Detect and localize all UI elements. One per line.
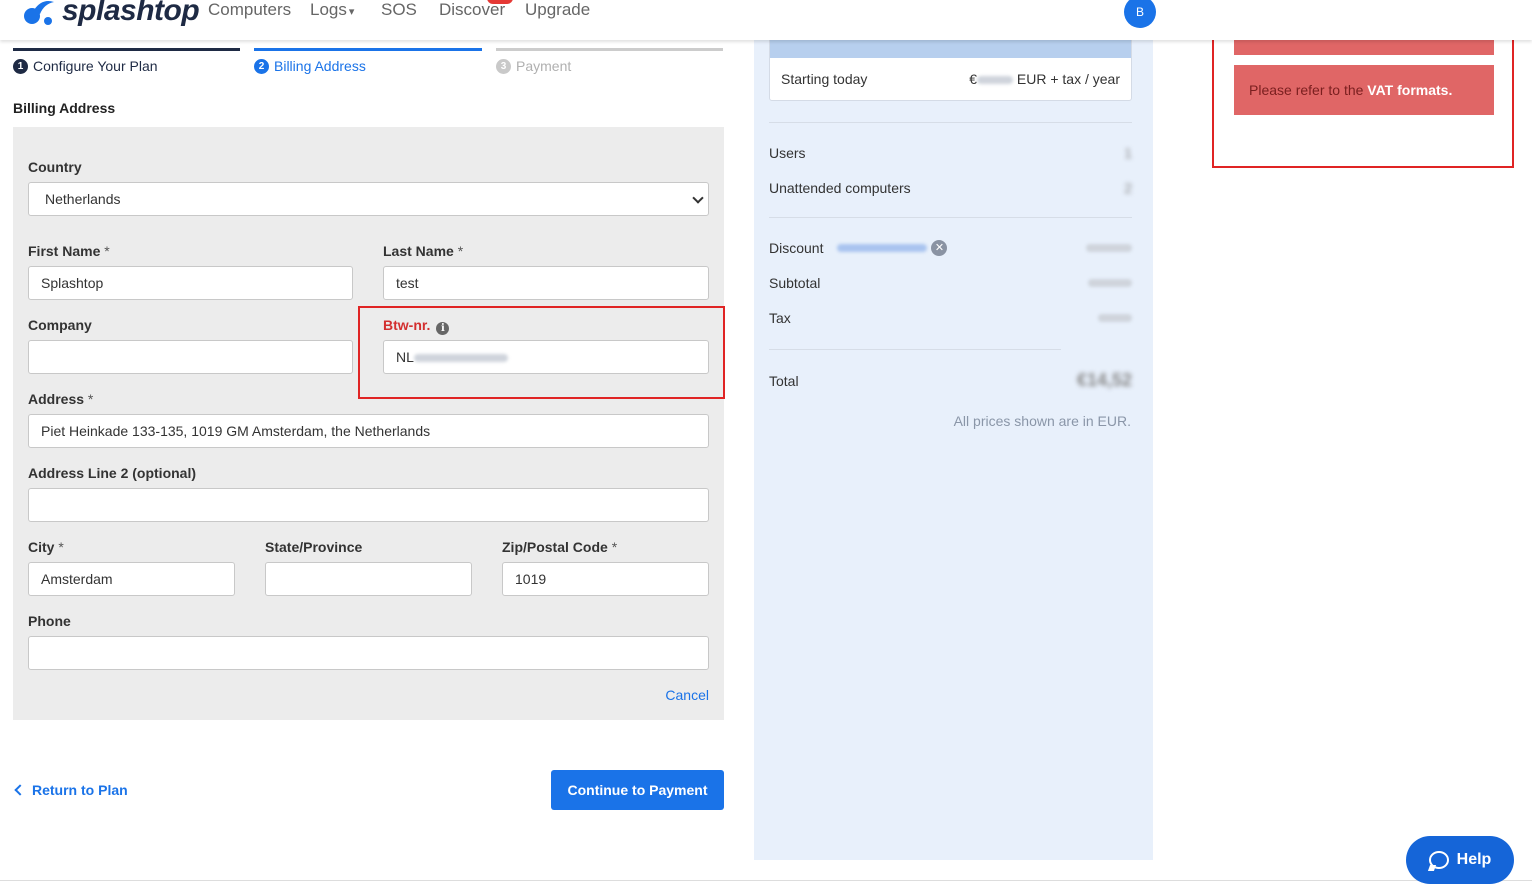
unattended-row: Unattended computers 2 [769,180,1132,196]
zip-label-text: Zip/Postal Code [502,539,608,555]
logo-text: splashtop [62,0,200,27]
price-suffix: EUR + tax / year [1016,71,1120,87]
subtotal-value-redacted [1088,279,1132,287]
required-mark: * [457,243,464,259]
prices-note: All prices shown are in EUR. [953,413,1131,429]
users-row: Users 1 [769,145,1132,161]
phone-label: Phone [28,613,71,629]
required-mark: * [611,539,618,555]
return-to-plan-link[interactable]: Return to Plan [13,782,128,798]
address2-label: Address Line 2 (optional) [28,465,197,481]
country-select[interactable]: Netherlands [28,182,709,216]
discover-badge [487,0,513,4]
tax-row: Tax [769,310,1132,326]
discount-code: ✕ [837,240,948,256]
last-name-field[interactable]: test [383,266,709,300]
avatar[interactable]: B [1124,0,1156,28]
divider [769,349,1061,350]
users-value: 1 [1124,145,1132,161]
unattended-value: 2 [1124,180,1132,196]
discount-code-redacted [837,244,928,252]
address-label-text: Address [28,391,85,407]
order-summary: Starting today € EUR + tax / year Users … [754,0,1153,860]
starting-today-price: € EUR + tax / year [969,71,1120,87]
chat-bubble-icon [1428,851,1449,869]
last-name-label: Last Name * [383,243,463,259]
divider [769,217,1132,218]
unattended-label: Unattended computers [769,180,911,196]
nav-sos[interactable]: SOS [381,0,417,20]
first-name-label-text: First Name [28,243,101,259]
city-field[interactable]: Amsterdam [28,562,235,596]
nav-logs[interactable]: Logs ▾ [310,0,354,20]
nav-computers[interactable]: Computers [208,0,291,20]
step-label: Billing Address [274,58,366,74]
address-field[interactable]: Piet Heinkade 133-135, 1019 GM Amsterdam… [28,414,709,448]
last-name-label-text: Last Name [383,243,454,259]
city-label-text: City [28,539,55,555]
phone-field[interactable] [28,636,709,670]
required-mark: * [58,539,64,555]
remove-discount-icon[interactable]: ✕ [931,240,948,256]
subtotal-row: Subtotal [769,275,1132,291]
currency-symbol: € [969,71,978,87]
step-label: Payment [516,58,572,74]
splashtop-logo[interactable]: splashtop [20,0,200,28]
country-label: Country [28,159,82,175]
first-name-label: First Name * [28,243,110,259]
nav-logs-label: Logs [310,0,347,19]
continue-to-payment-button[interactable]: Continue to Payment [551,770,724,810]
divider [769,122,1132,123]
subtotal-label: Subtotal [769,275,821,291]
address2-field[interactable] [28,488,709,522]
total-label: Total [769,372,799,389]
return-to-plan-label: Return to Plan [32,782,128,798]
company-label: Company [28,317,92,333]
help-label: Help [1456,851,1492,868]
billing-section-title: Billing Address [13,100,116,116]
tax-value-redacted [1098,314,1132,322]
footer-divider [0,880,1532,881]
price-redacted [977,76,1014,85]
vat-highlight-box [358,306,725,399]
chevron-down-icon [692,192,704,204]
first-name-field[interactable]: Splashtop [28,266,353,300]
starting-today-row: Starting today € EUR + tax / year [781,71,1120,87]
step-payment: 3 Payment [496,48,723,78]
step-configure-plan[interactable]: 1 Configure Your Plan [13,48,240,78]
tax-label: Tax [769,310,791,326]
starting-today-label: Starting today [781,71,868,87]
top-nav: splashtop Computers Logs ▾ SOS Discover U… [0,0,1532,40]
help-button[interactable]: Help [1406,836,1514,884]
total-value: €14,52 [1076,370,1132,390]
zip-label: Zip/Postal Code * [502,539,617,555]
required-mark: * [104,243,110,259]
cancel-link[interactable]: Cancel [665,687,709,703]
users-label: Users [769,145,806,161]
splashtop-logo-icon [20,0,60,28]
address-label: Address * [28,391,93,407]
step-number: 1 [13,58,28,74]
step-billing-address[interactable]: 2 Billing Address [254,48,482,78]
state-label: State/Province [265,539,363,555]
country-value: Netherlands [45,191,121,207]
company-field[interactable] [28,340,353,374]
state-field[interactable] [265,562,472,596]
caret-down-icon: ▾ [348,6,355,18]
city-label: City * [28,539,64,555]
required-mark: * [87,391,94,407]
chevron-left-icon [14,784,26,796]
discount-row: Discount ✕ [769,240,1132,256]
discount-label: Discount [769,240,824,256]
zip-field[interactable]: 1019 [502,562,709,596]
billing-form: Country Netherlands First Name * Splasht… [13,127,724,720]
total-row: Total €14,52 [769,370,1132,391]
step-label: Configure Your Plan [33,58,158,74]
step-number: 3 [496,58,511,74]
discount-value-redacted [1086,244,1132,252]
nav-upgrade[interactable]: Upgrade [525,0,590,20]
step-number: 2 [254,58,269,74]
